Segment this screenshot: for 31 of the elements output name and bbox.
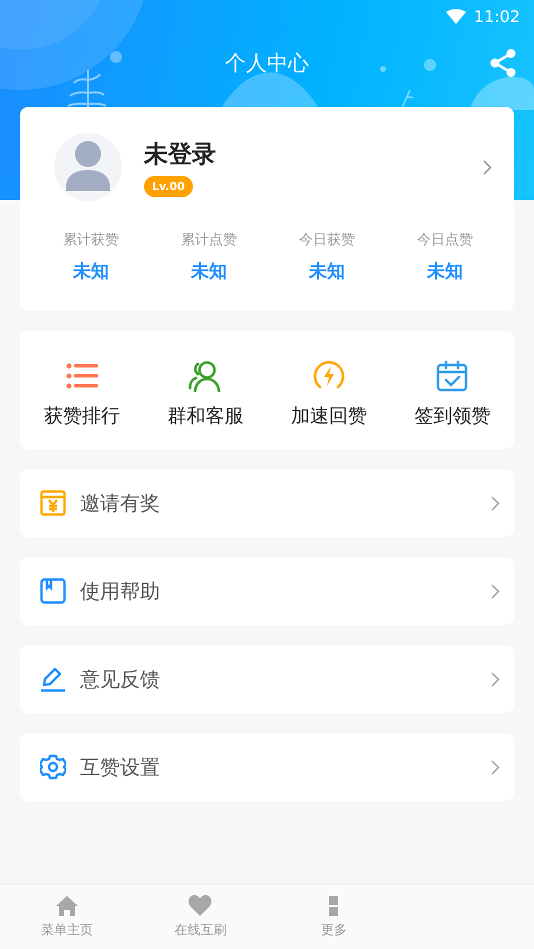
quick-action[interactable]: 群和客服 — [144, 359, 267, 429]
page-title: 个人中心 — [225, 50, 309, 77]
stat-value: 未知 — [191, 260, 227, 283]
quick-action[interactable]: 获赞排行 — [20, 359, 144, 429]
menu-item[interactable]: 邀请有奖 — [20, 469, 514, 537]
home-icon — [56, 896, 78, 916]
clock-time: 11:02 — [474, 6, 520, 26]
level-badge: Lv.00 — [144, 176, 193, 196]
stat-value: 未知 — [427, 260, 463, 283]
stat-label: 今日点赞 — [417, 231, 473, 249]
stat-label: 累计获赞 — [63, 231, 119, 249]
share-icon[interactable] — [490, 49, 516, 77]
wifi-icon — [446, 8, 466, 24]
quick-action[interactable]: 签到领赞 — [390, 359, 514, 429]
menu-item[interactable]: 意见反馈 — [20, 645, 514, 713]
chevron-right-icon — [491, 496, 500, 510]
stat-label: 今日获赞 — [299, 231, 355, 249]
user-name[interactable]: 未登录 — [144, 138, 216, 170]
person-silhouette-icon — [66, 141, 110, 193]
chevron-right-icon — [491, 584, 500, 598]
heart-icon — [188, 895, 212, 916]
chevron-right-icon — [491, 672, 500, 686]
stat-value: 未知 — [309, 260, 345, 283]
quick-action[interactable]: 加速回赞 — [267, 359, 390, 429]
stat-value: 未知 — [73, 260, 109, 283]
stat-label: 累计点赞 — [181, 231, 237, 249]
square-tiles-icon — [329, 896, 338, 916]
menu-item[interactable]: 互赞设置 — [20, 733, 514, 801]
menu-item[interactable]: 使用帮助 — [20, 557, 514, 625]
chevron-right-icon — [491, 760, 500, 774]
chevron-right-icon — [483, 160, 492, 174]
